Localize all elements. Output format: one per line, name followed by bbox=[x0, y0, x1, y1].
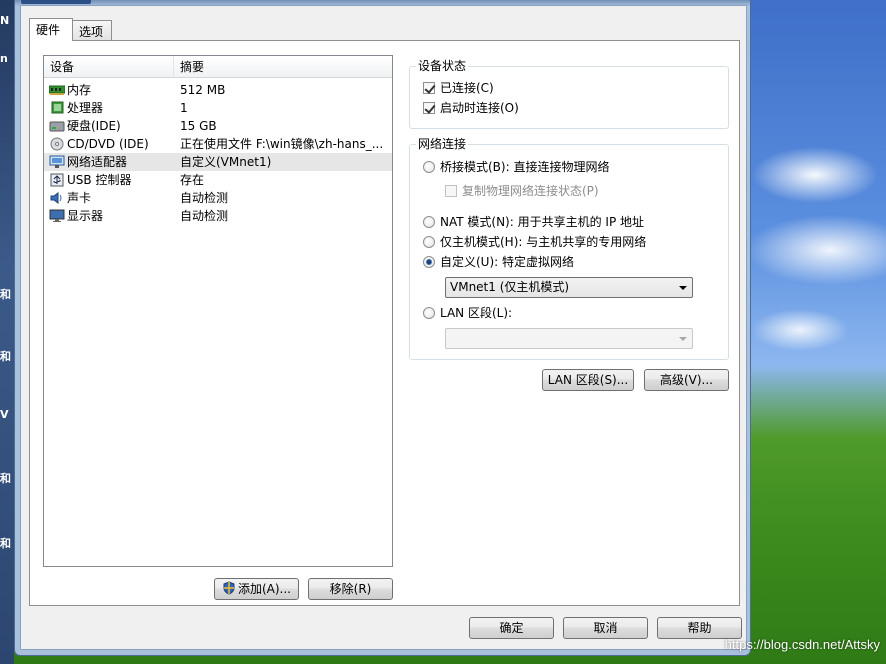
custom-network-select[interactable]: VMnet1 (仅主机模式) bbox=[445, 277, 693, 298]
processor-icon bbox=[49, 101, 65, 115]
background-window-char: 和 bbox=[0, 350, 11, 363]
device-name: 硬盘(IDE) bbox=[67, 119, 121, 133]
ok-label: 确定 bbox=[499, 621, 524, 635]
dialog-client-area: 硬件 选项 设备 摘要 内存 512 MB 处理器 1 硬盘(IDE) 15 G… bbox=[20, 5, 747, 650]
device-list-header: 设备 摘要 bbox=[44, 56, 392, 78]
device-name: 内存 bbox=[67, 83, 92, 97]
device-row-display[interactable]: 显示器 自动检测 bbox=[44, 207, 392, 225]
usb-icon bbox=[49, 173, 65, 187]
tab-hardware-label: 硬件 bbox=[36, 23, 61, 37]
radio-circle bbox=[423, 236, 435, 248]
device-row-usb-controller[interactable]: USB 控制器 存在 bbox=[44, 171, 392, 189]
add-hardware-label: 添加(A)... bbox=[237, 582, 292, 596]
help-label: 帮助 bbox=[687, 621, 712, 635]
host-only-label: 仅主机模式(H): 与主机共享的专用网络 bbox=[440, 235, 647, 249]
cancel-label: 取消 bbox=[593, 621, 618, 635]
hardware-tab-panel: 设备 摘要 内存 512 MB 处理器 1 硬盘(IDE) 15 GB CD/D… bbox=[29, 40, 740, 606]
device-name: 声卡 bbox=[67, 191, 92, 205]
device-row-sound-card[interactable]: 声卡 自动检测 bbox=[44, 189, 392, 207]
background-window-char: 和 bbox=[0, 288, 11, 301]
device-summary: 存在 bbox=[180, 173, 205, 187]
connected-label: 已连接(C) bbox=[440, 81, 494, 95]
device-summary: 512 MB bbox=[180, 83, 226, 97]
device-name: CD/DVD (IDE) bbox=[67, 137, 149, 151]
checkbox-box bbox=[445, 185, 457, 197]
checkbox-box bbox=[423, 102, 435, 114]
device-summary: 自动检测 bbox=[180, 191, 229, 205]
title-bar-text bbox=[21, 0, 91, 4]
hard-disk-icon bbox=[49, 119, 65, 133]
device-status-group: 设备状态 已连接(C) 启动时连接(O) bbox=[409, 59, 729, 129]
display-icon bbox=[49, 209, 65, 223]
memory-icon bbox=[48, 83, 66, 97]
cancel-button[interactable]: 取消 bbox=[563, 617, 648, 639]
sound-card-icon bbox=[49, 191, 65, 205]
cd-dvd-icon bbox=[49, 137, 65, 151]
device-row-cd-dvd[interactable]: CD/DVD (IDE) 正在使用文件 F:\win镜像\zh-hans_... bbox=[44, 135, 392, 153]
device-row-network-adapter[interactable]: 网络适配器 自定义(VMnet1) bbox=[44, 153, 392, 171]
network-connection-title: 网络连接 bbox=[416, 137, 469, 151]
background-window-edge: N n 和 和 V 和 和 bbox=[0, 0, 14, 664]
column-header-summary[interactable]: 摘要 bbox=[174, 56, 392, 78]
bridged-mode-label: 桥接模式(B): 直接连接物理网络 bbox=[440, 160, 610, 174]
column-header-device[interactable]: 设备 bbox=[44, 56, 174, 78]
remove-hardware-label: 移除(R) bbox=[329, 582, 372, 596]
lan-segments-label: LAN 区段(S)... bbox=[547, 373, 629, 387]
device-name: 网络适配器 bbox=[67, 155, 128, 169]
remove-hardware-button[interactable]: 移除(R) bbox=[308, 578, 393, 600]
help-button[interactable]: 帮助 bbox=[657, 617, 742, 639]
lan-segment-label: LAN 区段(L): bbox=[440, 306, 513, 320]
lan-segment-select[interactable] bbox=[445, 328, 693, 349]
device-name: 处理器 bbox=[67, 101, 104, 115]
radio-circle bbox=[423, 216, 435, 228]
lan-segments-button[interactable]: LAN 区段(S)... bbox=[542, 369, 634, 391]
network-adapter-icon bbox=[49, 155, 65, 169]
chevron-down-icon bbox=[679, 286, 687, 290]
background-window-char: N bbox=[0, 14, 10, 27]
device-summary: 15 GB bbox=[180, 119, 217, 133]
add-hardware-button[interactable]: 添加(A)... bbox=[214, 578, 299, 600]
radio-circle bbox=[423, 307, 435, 319]
background-window-char: V bbox=[0, 408, 9, 421]
radio-circle bbox=[423, 256, 435, 268]
watermark-text: https://blog.csdn.net/Attsky bbox=[724, 637, 880, 652]
device-summary: 自定义(VMnet1) bbox=[180, 155, 272, 169]
device-status-title: 设备状态 bbox=[416, 59, 469, 73]
device-summary: 1 bbox=[180, 101, 188, 115]
device-summary: 正在使用文件 F:\win镜像\zh-hans_... bbox=[180, 137, 384, 151]
connect-at-power-on-label: 启动时连接(O) bbox=[440, 101, 519, 115]
uac-shield-icon bbox=[222, 581, 236, 595]
network-connection-group: 网络连接 桥接模式(B): 直接连接物理网络 复制物理网络连接状态(P) NAT… bbox=[409, 137, 729, 360]
device-name: 显示器 bbox=[67, 209, 104, 223]
chevron-down-icon bbox=[679, 337, 687, 341]
checkbox-box bbox=[423, 82, 435, 94]
device-row-memory[interactable]: 内存 512 MB bbox=[44, 81, 392, 99]
custom-network-value: VMnet1 (仅主机模式) bbox=[450, 280, 570, 294]
custom-network-label: 自定义(U): 特定虚拟网络 bbox=[440, 255, 575, 269]
device-row-hard-disk[interactable]: 硬盘(IDE) 15 GB bbox=[44, 117, 392, 135]
virtual-machine-settings-dialog: 硬件 选项 设备 摘要 内存 512 MB 处理器 1 硬盘(IDE) 15 G… bbox=[14, 0, 751, 656]
device-summary: 自动检测 bbox=[180, 209, 229, 223]
tab-options-label: 选项 bbox=[79, 25, 104, 39]
tab-options[interactable]: 选项 bbox=[72, 20, 112, 40]
nat-mode-label: NAT 模式(N): 用于共享主机的 IP 地址 bbox=[440, 215, 645, 229]
advanced-label: 高级(V)... bbox=[659, 373, 714, 387]
device-name: USB 控制器 bbox=[67, 173, 132, 187]
tab-hardware[interactable]: 硬件 bbox=[29, 18, 73, 41]
background-window-char: n bbox=[0, 52, 8, 65]
advanced-button[interactable]: 高级(V)... bbox=[644, 369, 729, 391]
background-window-char: 和 bbox=[0, 537, 11, 550]
radio-circle bbox=[423, 161, 435, 173]
ok-button[interactable]: 确定 bbox=[469, 617, 554, 639]
replicate-state-label: 复制物理网络连接状态(P) bbox=[462, 184, 599, 198]
background-window-char: 和 bbox=[0, 472, 11, 485]
device-row-processor[interactable]: 处理器 1 bbox=[44, 99, 392, 117]
device-list[interactable]: 设备 摘要 内存 512 MB 处理器 1 硬盘(IDE) 15 GB CD/D… bbox=[43, 55, 393, 567]
